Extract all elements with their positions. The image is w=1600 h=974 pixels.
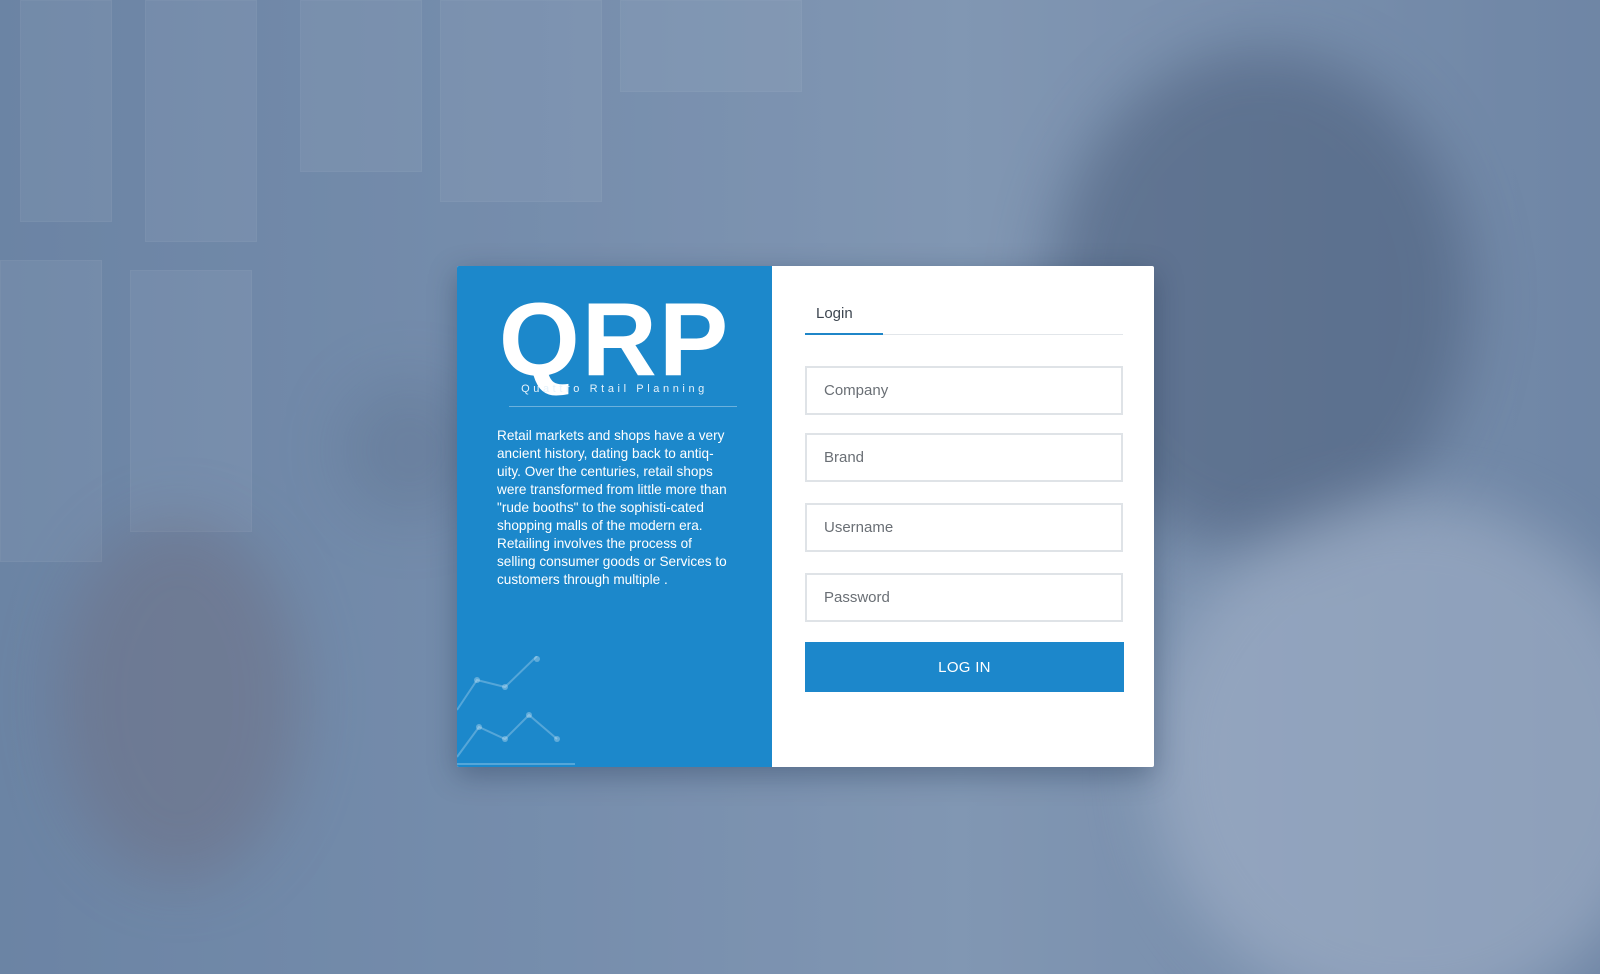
login-button[interactable]: LOG IN (805, 642, 1124, 692)
tab-login[interactable]: Login (805, 305, 883, 335)
logo-tagline: Quattro Rtail Planning (521, 383, 708, 395)
login-card: QRP Quattro Rtail Planning Retail market… (457, 266, 1154, 767)
login-form: Login LOG IN (772, 266, 1154, 767)
logo: QRP (498, 282, 731, 398)
password-input[interactable] (805, 573, 1123, 622)
brand-description: Retail markets and shops have a very anc… (497, 428, 727, 587)
divider (509, 406, 737, 407)
line-chart-icon (457, 656, 575, 765)
company-input[interactable] (805, 366, 1123, 415)
brand-panel: QRP Quattro Rtail Planning Retail market… (457, 266, 772, 767)
username-input[interactable] (805, 503, 1123, 552)
brand-input[interactable] (805, 433, 1123, 482)
login-page: QRP Quattro Rtail Planning Retail market… (0, 0, 1600, 974)
